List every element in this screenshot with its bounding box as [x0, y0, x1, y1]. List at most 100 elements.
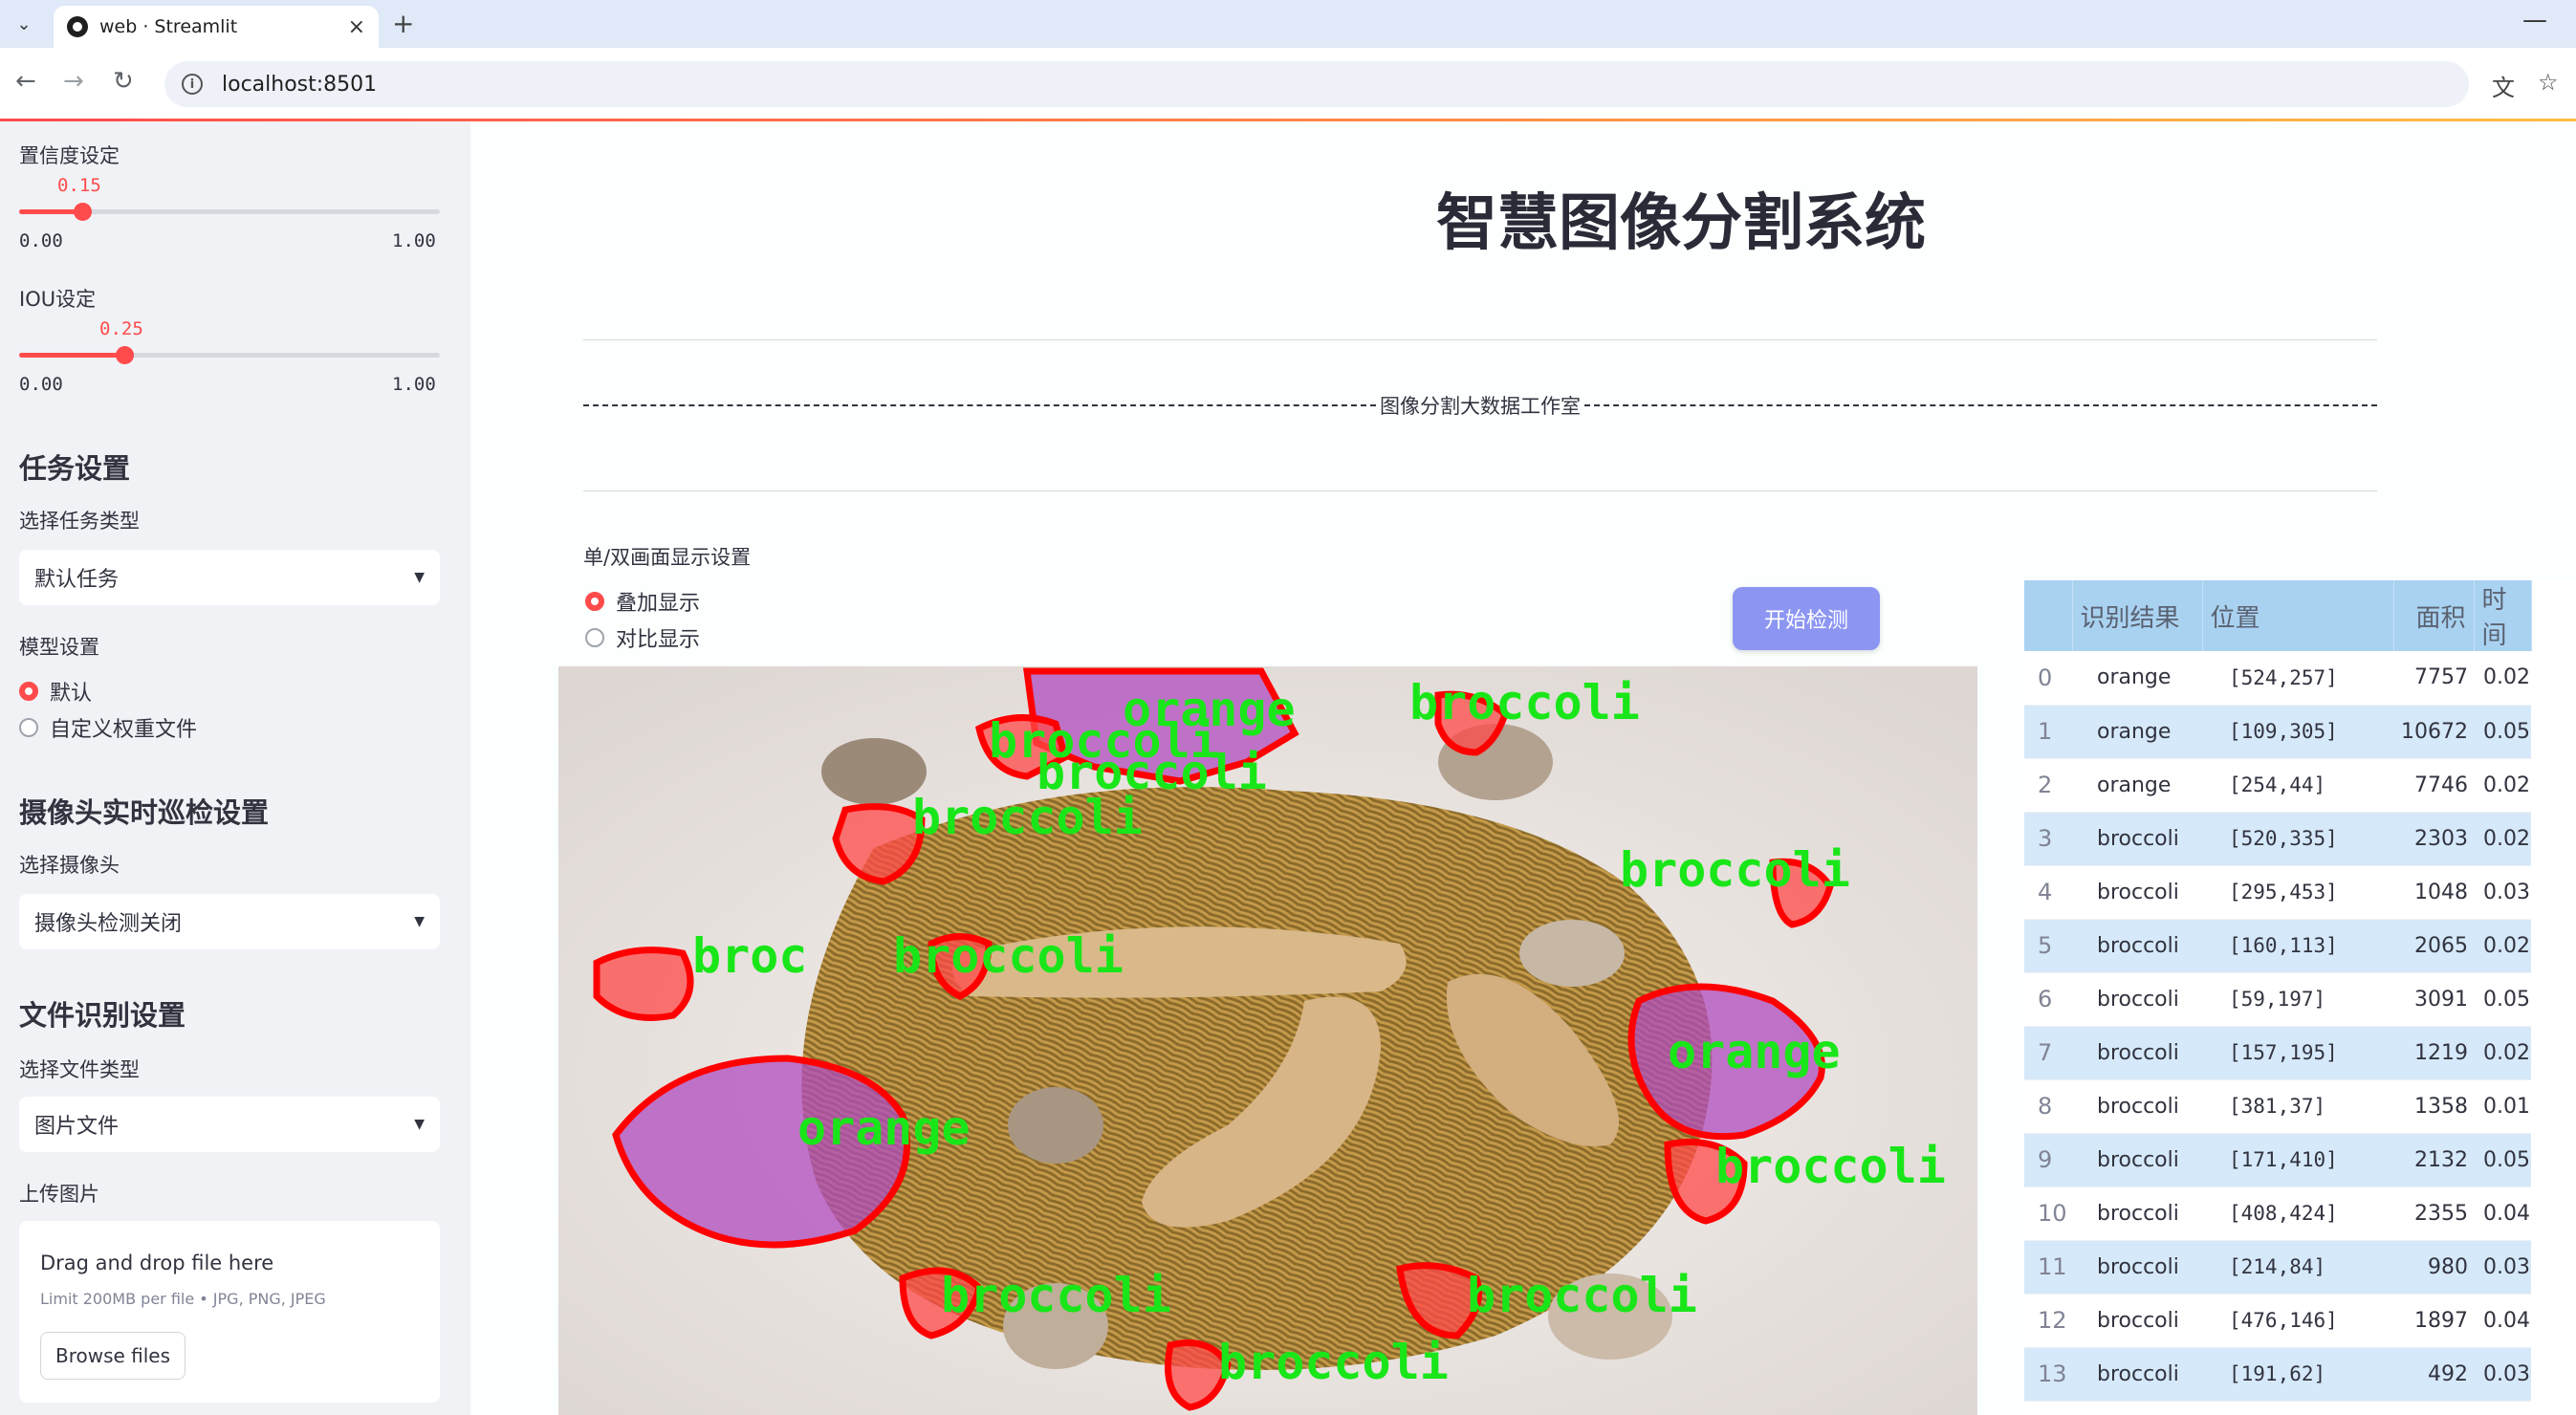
row-area: [2393, 1401, 2474, 1415]
row-position: [476,146]: [2202, 1294, 2393, 1348]
iou-slider-fill: [19, 353, 124, 358]
table-row[interactable]: 6 broccoli [59,197] 3091 0.05: [2024, 972, 2531, 1027]
table-row[interactable]: 13 broccoli [191,62] 492 0.03: [2024, 1347, 2531, 1402]
studio-banner: 图像分割大数据工作室: [583, 391, 2377, 420]
camera-label: 选择摄像头: [19, 854, 120, 877]
reload-icon[interactable]: ↻: [113, 67, 134, 96]
row-position: [2202, 1401, 2393, 1415]
close-icon[interactable]: ×: [348, 15, 365, 39]
confidence-value: 0.15: [57, 175, 101, 196]
table-row[interactable]: 1 orange [109,305] 10672 0.05: [2024, 705, 2531, 759]
plus-icon[interactable]: +: [392, 8, 414, 39]
row-area: 3091: [2393, 972, 2474, 1027]
row-time: 0.04: [2474, 1186, 2531, 1241]
table-row[interactable]: 0 orange [524,257] 7757 0.02: [2024, 651, 2531, 706]
row-result: orange: [2072, 705, 2202, 759]
row-position: [408,424]: [2202, 1186, 2393, 1241]
col-area[interactable]: 面积: [2393, 580, 2475, 651]
row-time: 0.02: [2474, 758, 2531, 813]
back-arrow-icon[interactable]: ←: [15, 67, 36, 96]
row-result: broccoli: [2072, 1240, 2202, 1295]
star-icon[interactable]: ☆: [2538, 69, 2559, 96]
confidence-slider-thumb[interactable]: [74, 203, 92, 221]
row-area: 7757: [2393, 651, 2474, 706]
dropzone-limit: Limit 200MB per file • JPG, PNG, JPEG: [40, 1290, 326, 1308]
tab-search-chevron-icon[interactable]: ⌄: [10, 10, 38, 38]
col-position[interactable]: 位置: [2202, 580, 2394, 651]
streamlit-favicon-icon: [67, 16, 88, 37]
dropzone-title: Drag and drop file here: [40, 1252, 274, 1274]
row-position: [381,37]: [2202, 1079, 2393, 1134]
task-type-value: 默认任务: [34, 568, 120, 592]
main-content: 智慧图像分割系统 图像分割大数据工作室 单/双画面显示设置 叠加显示 对比显示 …: [470, 121, 2576, 1415]
row-position: [171,410]: [2202, 1133, 2393, 1187]
table-row[interactable]: 8 broccoli [381,37] 1358 0.01: [2024, 1079, 2531, 1134]
col-result[interactable]: 识别结果: [2072, 580, 2203, 651]
display-option-compare[interactable]: 对比显示: [585, 622, 700, 653]
translate-icon[interactable]: 文: [2492, 69, 2515, 102]
forward-arrow-icon[interactable]: →: [63, 67, 84, 96]
radio-selected-icon: [585, 592, 604, 611]
minimize-icon[interactable]: —: [2522, 6, 2547, 34]
row-time: 0.04: [2474, 1294, 2531, 1348]
browser-tab[interactable]: web · Streamlit ×: [54, 6, 379, 48]
results-table[interactable]: 识别结果 位置 面积 时间 0 orange [524,257] 7757 0.02 1 o…: [2024, 580, 2576, 1415]
confidence-min: 0.00: [19, 230, 63, 251]
row-index: 7: [2024, 1026, 2072, 1080]
row-index: 1: [2024, 705, 2072, 759]
image-label: broccoli: [1409, 675, 1640, 730]
row-position: [109,305]: [2202, 705, 2393, 759]
address-bar: ← → ↻ i localhost:8501 文 ☆: [0, 48, 2576, 120]
iou-max: 1.00: [392, 374, 436, 395]
table-row[interactable]: 9 broccoli [171,410] 2132 0.05: [2024, 1133, 2531, 1187]
row-result: broccoli: [2072, 1133, 2202, 1187]
row-index: 3: [2024, 812, 2072, 866]
confidence-slider[interactable]: [19, 203, 440, 221]
row-area: 7746: [2393, 758, 2474, 813]
table-row[interactable]: 5 broccoli [160,113] 2065 0.02: [2024, 919, 2531, 973]
col-index[interactable]: [2024, 580, 2073, 651]
table-row[interactable]: 2 orange [254,44] 7746 0.02: [2024, 758, 2531, 813]
row-position: [59,197]: [2202, 972, 2393, 1027]
table-row[interactable]: 11 broccoli [214,84] 980 0.03: [2024, 1240, 2531, 1295]
camera-select[interactable]: 摄像头检测关闭 ▼: [19, 894, 440, 949]
table-row[interactable]: 10 broccoli [408,424] 2355 0.04: [2024, 1186, 2531, 1241]
divider: [583, 490, 2377, 491]
table-row[interactable]: 14: [2024, 1401, 2531, 1415]
table-row[interactable]: 7 broccoli [157,195] 1219 0.02: [2024, 1026, 2531, 1080]
col-time[interactable]: 时间: [2474, 580, 2532, 651]
iou-slider-thumb[interactable]: [116, 346, 134, 364]
page-title: 智慧图像分割系统: [1436, 188, 1926, 259]
row-result: orange: [2072, 651, 2202, 706]
file-type-label: 选择文件类型: [19, 1058, 140, 1081]
file-type-select[interactable]: 图片文件 ▼: [19, 1097, 440, 1152]
row-result: [2072, 1401, 2202, 1415]
table-row[interactable]: 4 broccoli [295,453] 1048 0.03: [2024, 865, 2531, 920]
start-detection-button[interactable]: 开始检测: [1733, 587, 1880, 650]
file-settings-header: 文件识别设置: [19, 999, 186, 1032]
model-option-custom-label: 自定义权重文件: [50, 718, 198, 742]
model-option-default[interactable]: 默认: [19, 676, 92, 707]
row-area: 492: [2393, 1347, 2474, 1402]
iou-slider[interactable]: [19, 346, 440, 364]
row-index: 12: [2024, 1294, 2072, 1348]
table-row[interactable]: 3 broccoli [520,335] 2303 0.02: [2024, 812, 2531, 866]
task-type-select[interactable]: 默认任务 ▼: [19, 550, 440, 605]
row-result: broccoli: [2072, 1186, 2202, 1241]
browser-tabbar: ⌄ web · Streamlit × + —: [0, 0, 2576, 48]
info-icon[interactable]: i: [182, 74, 203, 95]
display-option-overlay[interactable]: 叠加显示: [585, 586, 700, 617]
iou-label: IOU设定: [19, 288, 97, 311]
row-position: [520,335]: [2202, 812, 2393, 866]
dash-line-right: [1584, 404, 2377, 406]
url-input[interactable]: i localhost:8501: [164, 61, 2469, 107]
row-position: [254,44]: [2202, 758, 2393, 813]
table-row[interactable]: 12 broccoli [476,146] 1897 0.04: [2024, 1294, 2531, 1348]
file-dropzone[interactable]: Drag and drop file here Limit 200MB per …: [19, 1221, 440, 1403]
model-option-custom[interactable]: 自定义权重文件: [19, 712, 197, 743]
row-time: 0.05: [2474, 972, 2531, 1027]
model-option-default-label: 默认: [50, 682, 93, 706]
tab-title: web · Streamlit: [99, 16, 238, 37]
row-index: 2: [2024, 758, 2072, 813]
browse-files-button[interactable]: Browse files: [40, 1332, 186, 1380]
